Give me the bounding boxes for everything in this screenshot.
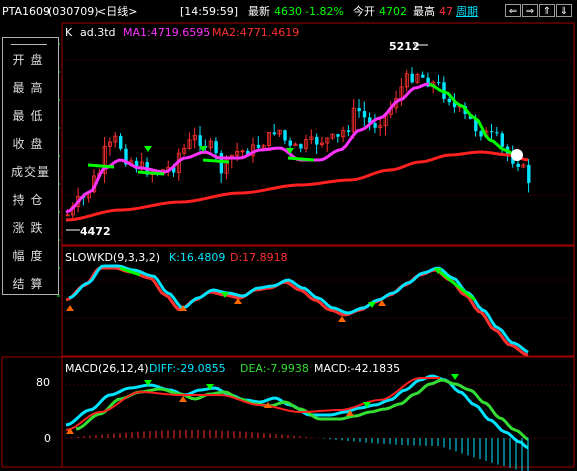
sidebar-item-settle[interactable]: 结算 [3,273,58,296]
macd-dea-label: DEA:-7.9938 [240,362,309,375]
candle-down [214,141,218,154]
candlestick-series [65,67,531,220]
current-price-marker [511,149,523,161]
candle-down [447,98,451,103]
kd-k-label: K:16.4809 [169,251,226,264]
candle-down [490,131,494,133]
candle-down [315,136,319,145]
candle-down [495,132,499,134]
kd-panel [65,264,529,357]
chart-grid [1,22,575,468]
candle-down [283,130,287,141]
sidebar-item-percent[interactable]: 幅度 [3,245,58,268]
macd-title: MACD(26,12,4) [65,362,149,375]
high-mark-label: 5212 [389,40,420,53]
sidebar-item-close[interactable]: 收盘 [3,133,58,156]
sidebar-item-change[interactable]: 涨跌 [3,217,58,240]
sidebar-top-divider [11,44,47,45]
main-indicator-name: ad.3td [80,26,116,39]
macd-red-line [65,377,440,431]
candle-down [421,74,425,78]
candle-down [362,111,367,118]
quote-sidebar: 开盘 最高 最低 收盘 成交量 持仓 涨跌 幅度 结算 [2,37,59,295]
ma1-green-segment [87,163,115,169]
candle-down [256,144,261,148]
candle-down [357,108,361,112]
macd-ytick-80: 80 [36,376,50,389]
macd-diff-label: DIFF:-29.0855 [149,362,226,375]
candle-down [516,163,520,167]
buy-signal-arrow [338,316,346,322]
macd-panel [65,374,529,471]
candle-down [410,73,414,83]
candle-down [272,132,277,135]
macd-dea-line [75,378,529,441]
candle-down [219,153,224,174]
candle-down [336,134,340,137]
candle-down [119,136,123,149]
candle-down [346,130,351,132]
futures-chart-window: PTA1609 (030709) <日线> [14:59:59] 最新 4630… [0,0,577,471]
sidebar-item-volume[interactable]: 成交量 [3,161,58,184]
kd-k-line [68,264,529,354]
kd-title: SLOWKD(9,3,3,2) [65,251,161,264]
buy-signal-arrow [66,305,74,311]
sidebar-item-open[interactable]: 开盘 [3,49,58,72]
macd-value-label: MACD:-42.1835 [314,362,401,375]
candle-down [198,135,202,146]
candle-down [527,164,531,183]
candle-down [500,133,504,147]
ma1-green-segment [137,170,165,176]
sell-signal-arrow [451,374,459,380]
low-mark-label: 4472 [80,225,111,238]
kd-d-label: D:17.8918 [230,251,288,264]
sidebar-item-low[interactable]: 最低 [3,105,58,128]
sidebar-item-high[interactable]: 最高 [3,77,58,100]
ma1-green-segment [202,158,230,164]
sidebar-item-position[interactable]: 持仓 [3,189,58,212]
candle-down [373,123,377,128]
macd-ytick-0: 0 [44,432,51,445]
ma1-green-segment [287,156,315,162]
ma1-label: MA1:4719.6595 [123,26,211,39]
kd-green-segment [439,270,476,302]
candle-down [299,144,303,149]
sell-signal-arrow [144,146,152,152]
candle-down [437,82,441,84]
ma2-label: MA2:4771.4619 [212,26,300,39]
main-indicator-k: K [65,26,73,39]
candle-down [288,140,292,146]
